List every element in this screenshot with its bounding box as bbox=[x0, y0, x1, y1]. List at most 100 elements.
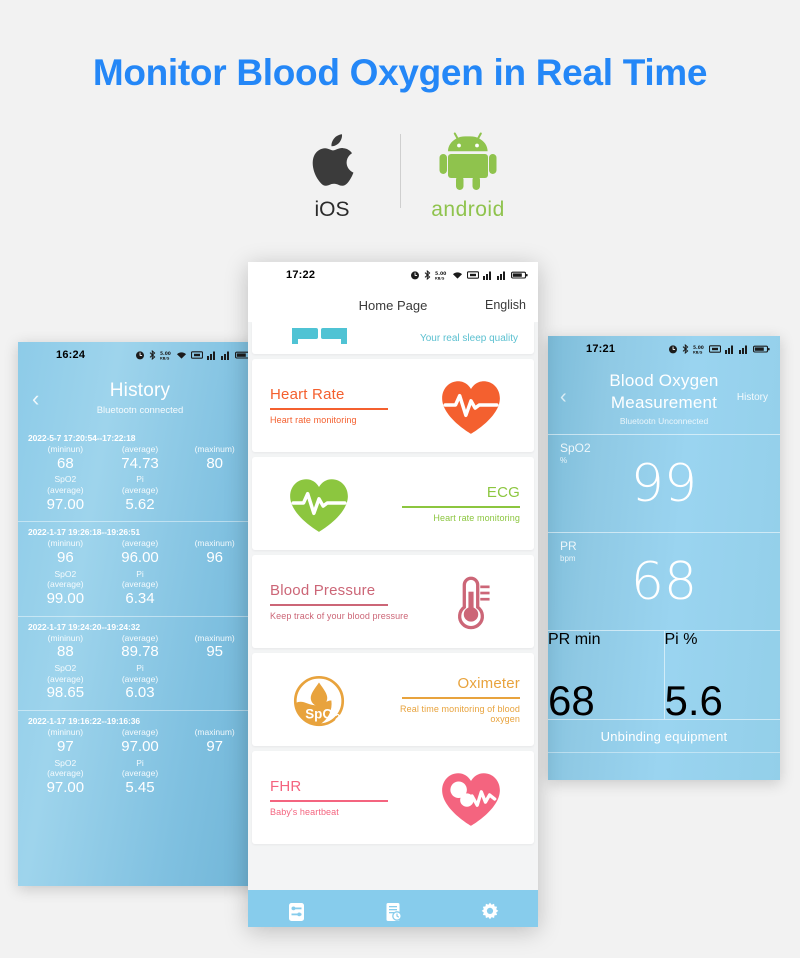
history-value-avg: 97.00 bbox=[121, 737, 159, 755]
bottom-navigation[interactable]: Home Page History Setting bbox=[248, 890, 538, 927]
history-link[interactable]: History bbox=[737, 392, 768, 403]
screenshot-icon bbox=[467, 271, 479, 279]
history-col-pi: Pi (average) 6.03 bbox=[103, 663, 178, 703]
history-label-pi: Pi bbox=[136, 474, 144, 485]
fetal-heart-icon bbox=[422, 768, 520, 828]
history-value-spo2: 99.00 bbox=[46, 590, 85, 607]
history-col-spacer bbox=[177, 663, 252, 703]
history-col-pi: Pi (average) 6.34 bbox=[103, 569, 178, 609]
history-row[interactable]: 2022-1-17 19:26:18--19:26:51 (mininun) 96(… bbox=[18, 521, 262, 615]
history-value-max: 97 bbox=[206, 737, 224, 755]
history-label-spo2: SpO2 bbox=[54, 663, 77, 674]
history-label-spo2: SpO2 bbox=[54, 757, 77, 768]
panel-pi: Pi % 5.6 bbox=[663, 631, 781, 724]
svg-text:KB/S: KB/S bbox=[160, 356, 170, 360]
card-heart-rate[interactable]: Heart Rate Heart rate monitoring bbox=[252, 359, 534, 452]
card-subtitle: Heart rate monitoring bbox=[270, 415, 357, 425]
alarm-icon bbox=[411, 271, 419, 280]
back-button[interactable]: ‹ bbox=[560, 386, 567, 409]
nav-history[interactable]: History bbox=[345, 890, 442, 927]
history-label-pi: Pi bbox=[136, 568, 144, 579]
history-label-spo2-avg: (average) bbox=[47, 673, 84, 684]
history-col-min: (mininun) 88 bbox=[28, 633, 103, 662]
page-title: Blood Oxygen Measurement bbox=[609, 370, 718, 413]
bed-icon bbox=[292, 326, 350, 351]
history-value-pi: 5.62 bbox=[125, 495, 155, 513]
panel-pr-min-label: PR bbox=[548, 631, 571, 648]
history-col-max: (maxinum) 97 bbox=[177, 727, 252, 756]
card-title: Heart Rate bbox=[270, 386, 345, 403]
nav-setting[interactable]: Setting bbox=[441, 890, 538, 927]
card-blood-pressure[interactable]: Blood Pressure Keep track of your blood p… bbox=[252, 555, 534, 648]
status-clock: 17:21 bbox=[586, 343, 616, 355]
history-label-avg: (average) bbox=[121, 727, 159, 738]
center-header: Home Page English bbox=[248, 288, 538, 322]
card-underline bbox=[402, 697, 520, 699]
history-label-max: (maxinum) bbox=[194, 444, 235, 454]
history-row[interactable]: 2022-1-17 19:16:22--19:16:36 (mininun) 97(… bbox=[18, 710, 262, 804]
card-text-block: Blood Pressure Keep track of your blood p… bbox=[270, 582, 420, 621]
history-col-avg: (average) 97.00 bbox=[103, 727, 178, 756]
history-label-spo2-avg: (average) bbox=[47, 485, 84, 495]
history-label-avg: (average) bbox=[121, 444, 159, 454]
history-value-avg: 96.00 bbox=[121, 549, 159, 566]
history-label-pi-avg: (average) bbox=[121, 768, 159, 779]
feature-card-list[interactable]: Your real sleep quality Heart Rate Heart … bbox=[248, 322, 538, 890]
history-col-avg: (average) 89.78 bbox=[103, 633, 178, 662]
battery-icon bbox=[753, 345, 770, 353]
history-col-avg: (average) 74.73 bbox=[103, 444, 178, 473]
history-list[interactable]: 2022-5-7 17:20:54--17:22:18 (mininun) 68 (a… bbox=[18, 428, 262, 805]
panel-pi-unit: % bbox=[683, 631, 698, 648]
card-fhr[interactable]: FHR Baby's heartbeat bbox=[252, 751, 534, 844]
card-subtitle: Heart rate monitoring bbox=[433, 513, 520, 523]
card-text-block: Oximeter Real time monitoring of blood ox… bbox=[370, 675, 520, 724]
history-value-min: 88 bbox=[56, 643, 74, 661]
history-value-max: 95 bbox=[206, 643, 224, 661]
history-col-max: (maxinum) 95 bbox=[177, 633, 252, 662]
history-row[interactable]: 2022-5-7 17:20:54--17:22:18 (mininun) 68 (a… bbox=[18, 428, 262, 521]
heart-pulse-icon bbox=[422, 376, 520, 436]
history-row[interactable]: 2022-1-17 19:24:20--19:24:32 (mininun) 88(… bbox=[18, 615, 262, 710]
alarm-icon bbox=[136, 351, 144, 360]
bluetooth-icon bbox=[149, 350, 156, 360]
history-value-avg: 74.73 bbox=[121, 454, 159, 472]
status-icons: 5.00 KB/S bbox=[668, 344, 770, 354]
card-oximeter[interactable]: SpO 2 Oximeter Real time monitoring of blo… bbox=[252, 653, 534, 746]
history-row-date: 2022-1-17 19:16:22--19:16:36 bbox=[28, 716, 141, 727]
language-selector[interactable]: English bbox=[485, 298, 526, 312]
back-button[interactable]: ‹ bbox=[32, 386, 39, 412]
history-row-spo2-pi-group: SpO2 (average) 99.00 Pi (average) 6.34 bbox=[28, 569, 252, 609]
history-row-date: 2022-1-17 19:26:18--19:26:51 bbox=[28, 527, 141, 538]
history-value-min: 96 bbox=[56, 549, 74, 566]
history-label-pi: Pi bbox=[136, 663, 144, 674]
android-robot-icon bbox=[438, 130, 498, 192]
history-row-spo2-pi-group: SpO2 (average) 97.00 Pi (average) 5.45 bbox=[28, 758, 252, 798]
nav-home-page[interactable]: Home Page bbox=[248, 890, 345, 927]
screenshot-icon bbox=[191, 351, 203, 359]
page-title-line2: Measurement bbox=[610, 392, 718, 412]
platform-ios-label: iOS bbox=[314, 198, 350, 221]
bluetooth-icon bbox=[682, 344, 689, 354]
history-row-date: 2022-1-17 19:24:20--19:24:32 bbox=[28, 621, 141, 632]
card-underline bbox=[270, 800, 388, 802]
card-sleep[interactable]: Your real sleep quality bbox=[252, 322, 534, 354]
history-col-spo2: SpO2 (average) 99.00 bbox=[28, 569, 103, 609]
history-label-min: (mininun) bbox=[47, 632, 84, 643]
card-sleep-text: Your real sleep quality bbox=[419, 332, 518, 344]
history-col-avg: (average) 96.00 bbox=[103, 538, 178, 567]
wifi-icon bbox=[453, 272, 462, 279]
panel-row-small: PR min 68 Pi % 5.6 bbox=[548, 630, 781, 724]
card-ecg[interactable]: ECG Heart rate monitoring bbox=[252, 457, 534, 550]
history-row-spo2-pi-group: SpO2 (average) 97.00 Pi (average) 5.62 bbox=[28, 474, 252, 514]
signal-icon bbox=[221, 351, 229, 360]
history-col-spo2: SpO2 (average) 97.00 bbox=[28, 758, 103, 798]
card-subtitle: Real time monitoring of blood oxygen bbox=[400, 704, 520, 724]
right-header: ‹ History Blood Oxygen Measurement Bluet… bbox=[548, 362, 780, 434]
signal-icon bbox=[207, 351, 215, 360]
connection-status: Bluetootn connected bbox=[96, 405, 184, 416]
history-label-spo2: SpO2 bbox=[54, 568, 77, 579]
thermometer-icon bbox=[422, 572, 520, 632]
history-value-min: 68 bbox=[56, 454, 74, 472]
history-doc-icon bbox=[384, 902, 403, 925]
history-row-date: 2022-5-7 17:20:54--17:22:18 bbox=[28, 433, 136, 443]
